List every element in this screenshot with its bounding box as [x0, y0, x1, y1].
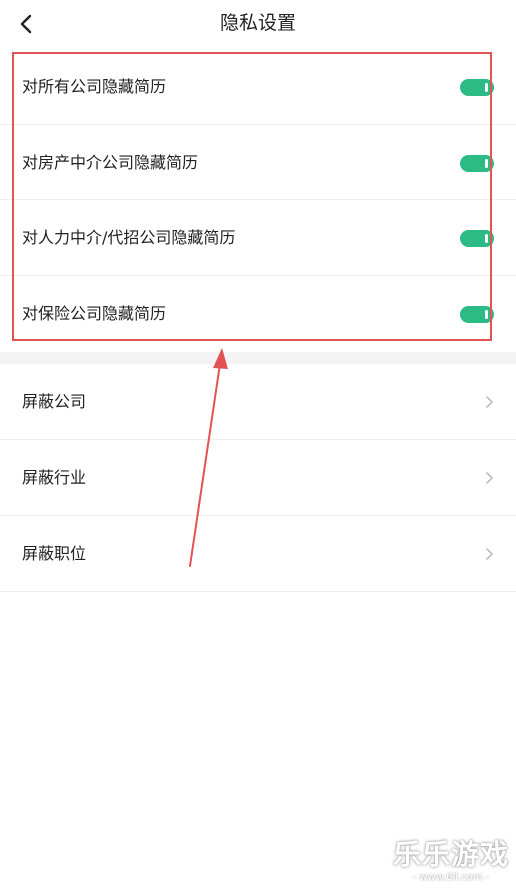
switch-knob	[485, 158, 488, 168]
watermark-text: 乐乐游戏	[392, 838, 509, 871]
privacy-settings-screen: 隐私设置 对所有公司隐藏简历 对房产中介公司隐藏简历 对人力中介/代招公司隐藏简…	[0, 0, 516, 893]
toggle-label: 对保险公司隐藏简历	[22, 303, 167, 323]
toggle-row-staffing-agencies: 对人力中介/代招公司隐藏简历	[0, 200, 516, 276]
block-companies-item[interactable]: 屏蔽公司	[0, 364, 516, 440]
toggle-label: 对房产中介公司隐藏简历	[22, 152, 199, 172]
toggle-switch-real-estate-agencies[interactable]	[460, 154, 494, 172]
watermark-logo: 乐乐游戏 - www.6ll.com -	[392, 839, 510, 889]
chevron-right-icon	[486, 396, 493, 408]
block-list: 屏蔽公司 屏蔽行业 屏蔽职位	[0, 364, 516, 592]
toggle-label: 对人力中介/代招公司隐藏简历	[22, 228, 236, 247]
switch-knob	[485, 234, 488, 243]
block-positions-item[interactable]: 屏蔽职位	[0, 516, 516, 592]
hide-resume-toggle-list: 对所有公司隐藏简历 对房产中介公司隐藏简历 对人力中介/代招公司隐藏简历 对保险…	[0, 49, 516, 351]
toggle-row-all-companies: 对所有公司隐藏简历	[0, 49, 516, 125]
toggle-row-insurance-companies: 对保险公司隐藏简历	[0, 276, 516, 352]
block-item-label: 屏蔽公司	[22, 392, 87, 411]
block-item-label: 屏蔽行业	[22, 468, 87, 487]
switch-knob	[485, 309, 488, 319]
toggle-label: 对所有公司隐藏简历	[22, 77, 167, 96]
chevron-right-icon	[486, 472, 493, 484]
block-industries-item[interactable]: 屏蔽行业	[0, 440, 516, 516]
chevron-right-icon	[486, 548, 493, 560]
section-divider	[0, 352, 516, 364]
switch-knob	[485, 83, 488, 92]
toggle-switch-staffing-agencies[interactable]	[460, 230, 494, 247]
page-title: 隐私设置	[219, 12, 296, 34]
toggle-switch-insurance-companies[interactable]	[460, 305, 494, 323]
block-item-label: 屏蔽职位	[22, 544, 87, 563]
header-bar: 隐私设置	[0, 0, 516, 48]
toggle-switch-all-companies[interactable]	[460, 79, 494, 96]
toggle-row-real-estate-agencies: 对房产中介公司隐藏简历	[0, 125, 516, 200]
watermark-url: - www.6ll.com -	[412, 872, 490, 883]
